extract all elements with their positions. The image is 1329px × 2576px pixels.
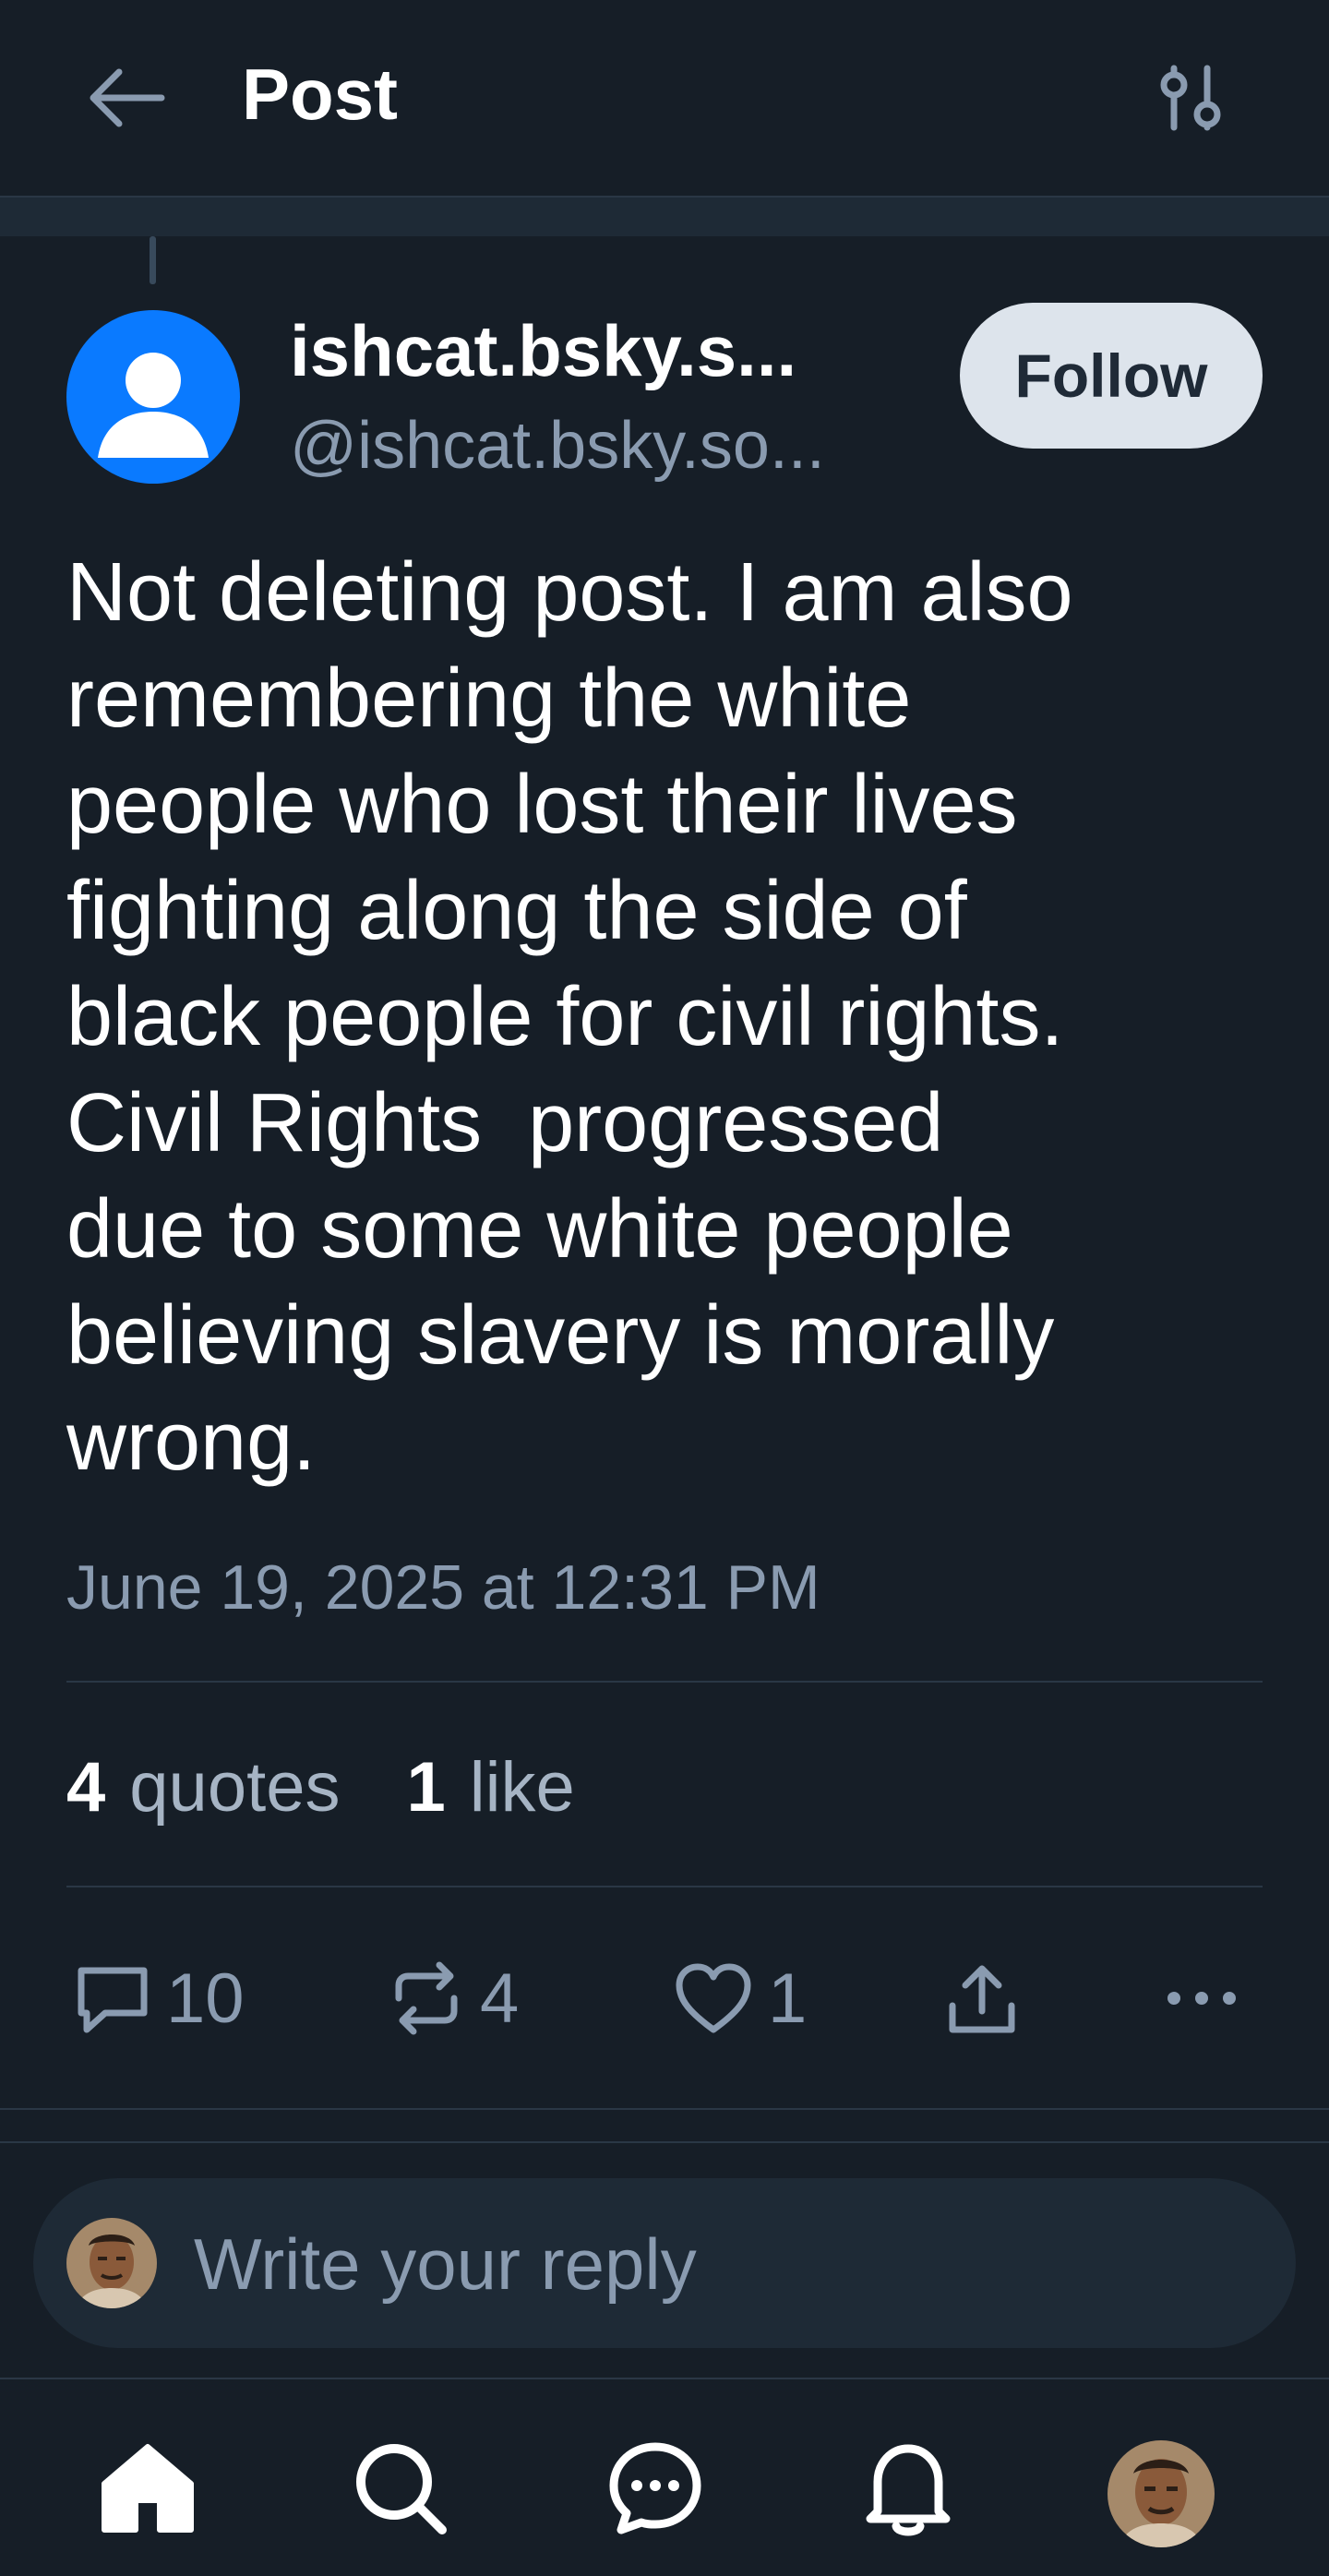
- back-button[interactable]: [78, 50, 174, 146]
- home-icon: [102, 2444, 194, 2533]
- top-bar: Post: [0, 0, 1329, 198]
- follow-button[interactable]: Follow: [960, 303, 1263, 449]
- quotes-count: 4: [66, 1747, 106, 1827]
- chat-icon: [609, 2442, 701, 2534]
- arrow-left-icon: [90, 68, 165, 127]
- post-text-line: Civil Rights progressed: [66, 1077, 944, 1169]
- tab-chat[interactable]: [600, 2433, 711, 2544]
- post-text-line: remembering the white: [66, 653, 912, 745]
- divider: [66, 1681, 1263, 1683]
- divider: [0, 2108, 1329, 2110]
- share-icon: [949, 1965, 1015, 2033]
- tab-notifications[interactable]: [853, 2433, 964, 2544]
- author-display-name[interactable]: ishcat.bsky.s...: [290, 305, 796, 397]
- like-button[interactable]: 1: [672, 1947, 807, 2049]
- post-text-line: due to some white people: [66, 1183, 1013, 1276]
- share-button[interactable]: [941, 1947, 1023, 2049]
- reply-button[interactable]: 10: [72, 1947, 245, 2049]
- post-text-line: wrong.: [66, 1396, 317, 1488]
- like-count: 1: [768, 1959, 808, 2038]
- repost-button[interactable]: 4: [386, 1947, 519, 2049]
- post-actions: 10 4 1: [0, 1947, 1329, 2049]
- page-title: Post: [242, 54, 399, 135]
- default-user-icon: [98, 353, 209, 458]
- likes-stat[interactable]: 1 like: [406, 1747, 574, 1827]
- parent-post-strip: [0, 198, 1329, 236]
- post-text-line: believing slavery is morally: [66, 1289, 1055, 1382]
- likes-count: 1: [406, 1747, 446, 1827]
- bottom-tab-bar: [0, 2378, 1329, 2576]
- repost-icon: [395, 1961, 458, 2035]
- divider: [66, 1886, 1263, 1887]
- user-photo-icon: [1108, 2440, 1215, 2547]
- engagement-stats: 4 quotes 1 like: [66, 1741, 641, 1833]
- post-text-line: black people for civil rights.: [66, 971, 1064, 1063]
- author-avatar[interactable]: [66, 310, 240, 484]
- reply-count: 10: [166, 1959, 245, 2038]
- more-horizontal-icon: [1167, 1992, 1236, 2005]
- bell-icon: [866, 2444, 951, 2536]
- post-timestamp: June 19, 2025 at 12:31 PM: [66, 1552, 820, 1623]
- post-text-line: Not deleting post. I am also: [66, 546, 1073, 639]
- tab-search[interactable]: [345, 2433, 456, 2544]
- reply-placeholder[interactable]: Write your reply: [194, 2220, 697, 2308]
- search-icon: [356, 2444, 447, 2534]
- thread-connector: [150, 236, 156, 284]
- tab-home[interactable]: [92, 2433, 203, 2544]
- heart-icon: [676, 1963, 751, 2033]
- post-text-line: fighting along the side of: [66, 865, 967, 957]
- user-photo-icon: [66, 2218, 157, 2308]
- tab-profile[interactable]: [1108, 2440, 1215, 2547]
- divider: [0, 2141, 1329, 2143]
- user-avatar: [66, 2218, 157, 2308]
- quotes-stat[interactable]: 4 quotes: [66, 1747, 340, 1827]
- likes-label: like: [469, 1747, 575, 1827]
- comment-icon: [78, 1967, 148, 2033]
- thread-settings-button[interactable]: [1143, 50, 1239, 146]
- more-options-button[interactable]: [1161, 1947, 1242, 2049]
- post-text-line: people who lost their lives: [66, 759, 1018, 851]
- sliders-icon: [1160, 65, 1221, 131]
- repost-count: 4: [480, 1959, 520, 2038]
- post-text: Not deleting post. I am also remembering…: [66, 540, 1266, 1495]
- quotes-label: quotes: [129, 1747, 341, 1827]
- author-handle[interactable]: @ishcat.bsky.so...: [290, 404, 825, 487]
